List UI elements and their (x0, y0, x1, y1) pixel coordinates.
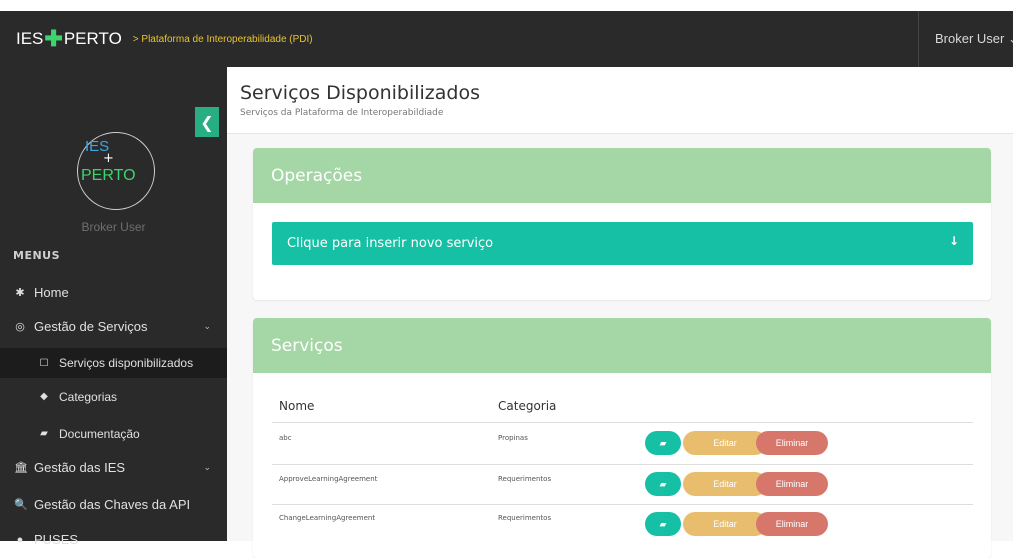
brand-plus-icon: ✚ (44, 26, 63, 51)
servicos-panel: Serviços Nome Categoria abc Propinas ▰ E… (253, 318, 991, 558)
sidebar-user-name: Broker User (81, 220, 146, 234)
column-header-categoria: Categoria (498, 399, 557, 413)
table-divider (272, 422, 973, 423)
book-icon: ▰ (659, 478, 667, 489)
book-icon: ▰ (40, 428, 48, 439)
key-icon: 🔍 (14, 499, 28, 511)
cell-categoria: Propinas (498, 434, 528, 442)
delete-button[interactable]: Eliminar (756, 472, 828, 496)
page-header: Serviços Disponibilizados Serviços da Pl… (227, 67, 1013, 134)
sidebar-item-servicos-disponibilizados[interactable]: ☐ Serviços disponibilizados (0, 348, 227, 378)
table-divider (272, 504, 973, 505)
top-strip (0, 0, 1013, 11)
toggle-icon: ◎ (15, 321, 25, 333)
page-subtitle: Serviços da Plataforma de Interoperabild… (240, 108, 444, 118)
sidebar-item-home[interactable]: ✱ Home (0, 281, 227, 304)
sidebar-item-label: Gestão de Serviços (34, 319, 148, 334)
cell-categoria: Requerimentos (498, 475, 552, 483)
brand-perto: PERTO (63, 29, 122, 48)
insert-service-collapse[interactable]: Clique para inserir novo serviço ↓ (272, 222, 973, 265)
edit-button[interactable]: Editar (683, 472, 767, 496)
documentation-button[interactable]: ▰ (645, 431, 681, 455)
sidebar-item-chaves-api[interactable]: 🔍 Gestão das Chaves da API (0, 493, 227, 516)
chevron-down-icon: ⌄ (203, 321, 211, 331)
cell-nome: ChangeLearningAgreement (279, 514, 376, 522)
sidebar-item-label: Categorias (59, 389, 118, 404)
cell-categoria: Requerimentos (498, 514, 552, 522)
chevron-down-icon: ⌄ (203, 462, 211, 472)
delete-button[interactable]: Eliminar (756, 512, 828, 536)
sidebar-item-label: Gestão das Chaves da API (34, 497, 191, 512)
sidebar-item-puses[interactable]: ● PUSES (0, 528, 227, 551)
documentation-button[interactable]: ▰ (645, 472, 681, 496)
platform-breadcrumb[interactable]: > Plataforma de Interoperabilidade (PDI) (133, 34, 313, 45)
insert-service-label: Clique para inserir novo serviço (287, 236, 494, 251)
circle-icon: ● (16, 533, 24, 546)
menus-heading: MENUS (13, 249, 61, 262)
avatar-plus: + (103, 151, 114, 166)
documentation-button[interactable]: ▰ (645, 512, 681, 536)
sidebar-item-label: Home (34, 285, 69, 300)
sidebar: ❮ IES + PERTO Broker User MENUS ✱ Home ◎… (0, 67, 227, 547)
column-header-nome: Nome (279, 399, 315, 413)
servicos-panel-title: Serviços (253, 318, 991, 373)
edit-button[interactable]: Editar (683, 512, 767, 536)
chevron-left-icon: ❮ (200, 112, 214, 132)
book-icon: ▰ (659, 518, 667, 529)
brand-ies: IES (16, 29, 44, 48)
avatar: IES + PERTO (77, 132, 155, 210)
operacoes-panel-title: Operações (253, 148, 991, 203)
brand-logo[interactable]: IES ✚ PERTO (0, 28, 122, 50)
sidebar-item-categorias[interactable]: ◆ Categorias (0, 385, 227, 408)
sidebar-item-label: Gestão das IES (34, 460, 126, 475)
sidebar-toggle-button[interactable]: ❮ (195, 107, 219, 137)
app-header: IES ✚ PERTO > Plataforma de Interoperabi… (0, 11, 1013, 67)
delete-button[interactable]: Eliminar (756, 431, 828, 455)
operacoes-panel: Operações Clique para inserir novo servi… (253, 148, 991, 300)
arrow-down-icon: ↓ (948, 234, 959, 248)
tags-icon: ◆ (40, 391, 48, 402)
user-menu-dropdown[interactable]: Broker User ⌄ (918, 11, 1013, 67)
main-content: Serviços Disponibilizados Serviços da Pl… (227, 67, 1013, 558)
cell-nome: ApproveLearningAgreement (279, 475, 378, 483)
institution-icon: 🏛 (14, 462, 28, 474)
sidebar-item-label: PUSES (34, 532, 79, 547)
sidebar-item-gestao-servicos[interactable]: ◎ Gestão de Serviços ⌄ (0, 315, 227, 338)
sidebar-item-gestao-ies[interactable]: 🏛 Gestão das IES ⌄ (0, 456, 227, 479)
edit-button[interactable]: Editar (683, 431, 767, 455)
bookmark-icon: ☐ (39, 357, 49, 369)
sidebar-item-label: Documentação (59, 426, 140, 441)
sidebar-item-label: Serviços disponibilizados (59, 356, 194, 370)
home-icon: ✱ (15, 287, 25, 299)
table-divider (272, 464, 973, 465)
sidebar-item-documentacao[interactable]: ▰ Documentação (0, 422, 227, 445)
cell-nome: abc (279, 434, 292, 442)
avatar-perto: PERTO (81, 167, 136, 184)
book-icon: ▰ (659, 437, 667, 448)
page-title: Serviços Disponibilizados (240, 82, 481, 104)
